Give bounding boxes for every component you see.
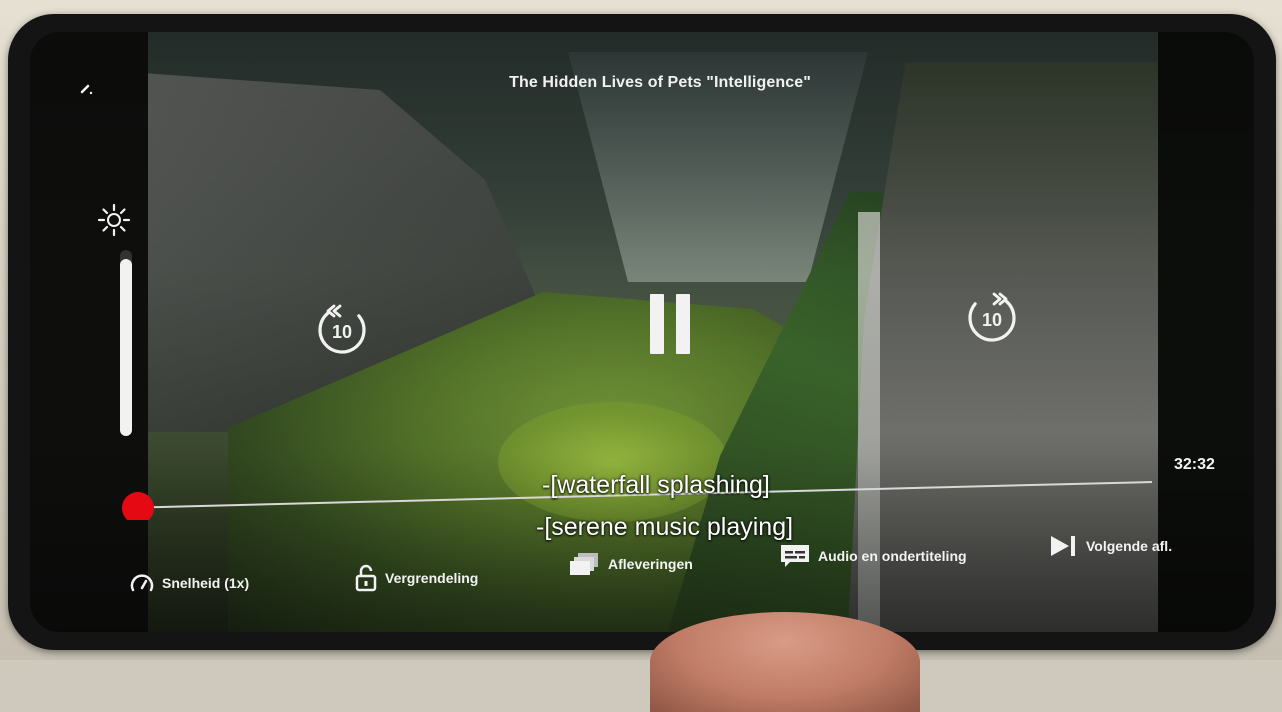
phone-device: The Hidden Lives of Pets "Intelligence"	[8, 14, 1276, 650]
replay-10-label: 10	[332, 322, 352, 342]
lock-button[interactable]: Vergrendeling	[355, 564, 478, 592]
next-episode-button[interactable]: Volgende afl.	[1050, 534, 1172, 558]
speed-label: Snelheid (1x)	[162, 575, 250, 591]
unlock-icon	[355, 564, 377, 592]
next-episode-label: Volgende afl.	[1086, 538, 1173, 554]
speedometer-icon	[130, 574, 154, 592]
sun-icon	[96, 202, 132, 238]
bottom-controls: Snelheid (1x) Vergrendeling Afleveringen	[30, 522, 1254, 602]
replay-10-icon: 10	[318, 304, 366, 354]
phone-screen: The Hidden Lives of Pets "Intelligence"	[30, 32, 1254, 632]
episodes-label: Afleveringen	[608, 556, 693, 572]
video-title: The Hidden Lives of Pets "Intelligence"	[509, 74, 811, 91]
finger	[650, 612, 920, 712]
brightness-slider[interactable]	[120, 250, 132, 436]
episodes-button[interactable]: Afleveringen	[570, 552, 693, 576]
back-arrow-icon[interactable]	[80, 82, 94, 96]
next-episode-icon	[1051, 536, 1075, 556]
lock-label: Vergrendeling	[385, 570, 479, 586]
replay-10-button[interactable]: 10	[312, 300, 372, 360]
forward-10-icon: 10	[968, 292, 1016, 342]
brightness-level	[120, 259, 132, 436]
forward-10-label: 10	[982, 310, 1002, 330]
progress-thumb[interactable]	[122, 492, 154, 520]
forward-10-button[interactable]: 10	[962, 288, 1022, 348]
time-remaining: 32:32	[1174, 456, 1215, 473]
audio-subtitles-button[interactable]: Audio en ondertiteling	[780, 544, 967, 568]
subtitle-line: -[waterfall splashing]	[542, 471, 770, 499]
subtitles-icon	[781, 545, 809, 567]
audio-subtitles-label: Audio en ondertiteling	[818, 548, 967, 564]
pause-button[interactable]	[650, 294, 698, 356]
episodes-stack-icon	[570, 553, 598, 575]
speed-button[interactable]: Snelheid (1x)	[130, 572, 249, 594]
